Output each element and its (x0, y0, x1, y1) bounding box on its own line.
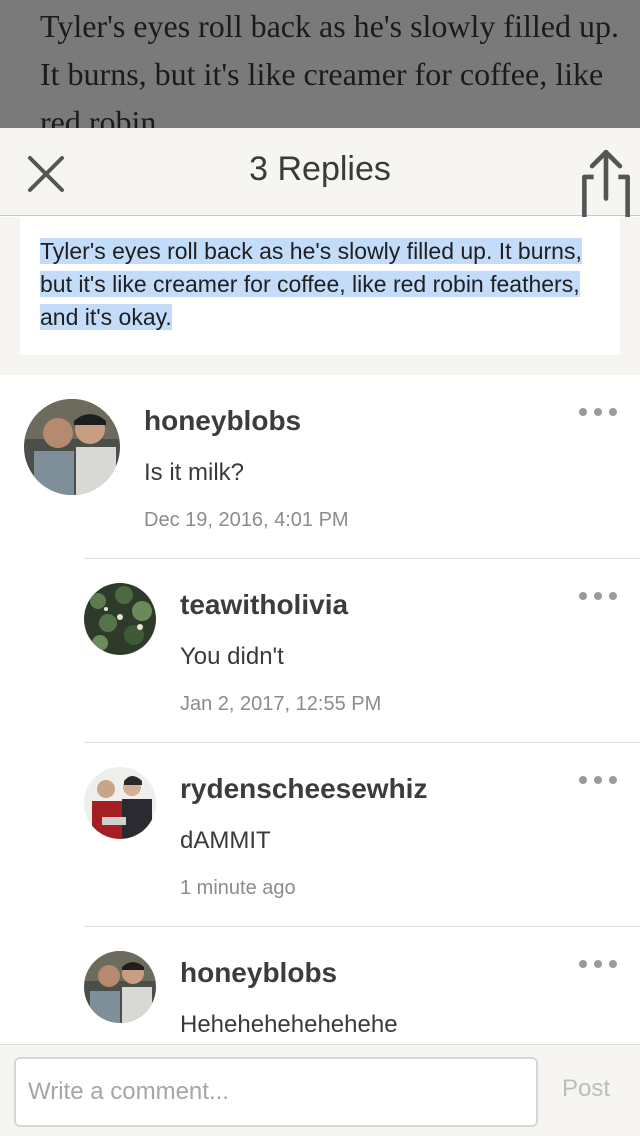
comment-text: Hehehehehehehehe (180, 1011, 398, 1038)
comment-username[interactable]: teawitholivia (180, 589, 348, 621)
more-options-icon[interactable] (576, 405, 620, 419)
more-options-icon[interactable] (576, 589, 620, 603)
quoted-passage-card: Tyler's eyes roll back as he's slowly fi… (20, 217, 620, 355)
comment-item: honeyblobs Is it milk? Dec 19, 2016, 4:0… (0, 375, 640, 559)
comment-reply-item: teawitholivia You didn't Jan 2, 2017, 12… (0, 559, 640, 743)
comment-timestamp: 1 minute ago (180, 877, 296, 899)
comment-timestamp: Dec 19, 2016, 4:01 PM (144, 509, 349, 531)
quoted-passage-area: Tyler's eyes roll back as he's slowly fi… (0, 217, 640, 375)
quoted-passage-text: Tyler's eyes roll back as he's slowly fi… (40, 238, 582, 330)
comment-input[interactable] (14, 1057, 538, 1127)
comment-reply-item: honeyblobs Hehehehehehehehe (0, 927, 640, 1045)
page-title: 3 Replies (249, 150, 391, 188)
comment-username[interactable]: honeyblobs (180, 957, 337, 989)
comment-composer: Post (0, 1044, 640, 1136)
comment-text: Is it milk? (144, 459, 245, 486)
comment-username[interactable]: rydenscheesewhiz (180, 773, 427, 805)
quoted-passage: Tyler's eyes roll back as he's slowly fi… (40, 235, 600, 334)
avatar[interactable] (84, 951, 156, 1023)
story-background: Tyler's eyes roll back as he's slowly fi… (0, 0, 640, 128)
comment-timestamp: Jan 2, 2017, 12:55 PM (180, 693, 382, 715)
comment-text: dAMMIT (180, 827, 271, 854)
more-options-icon[interactable] (576, 957, 620, 971)
comment-list[interactable]: honeyblobs Is it milk? Dec 19, 2016, 4:0… (0, 375, 640, 1045)
comment-text: You didn't (180, 643, 284, 670)
comment-username[interactable]: honeyblobs (144, 405, 301, 437)
more-options-icon[interactable] (576, 773, 620, 787)
story-text: Tyler's eyes roll back as he's slowly fi… (40, 8, 619, 128)
replies-header: 3 Replies (0, 128, 640, 216)
post-button[interactable]: Post (562, 1075, 610, 1103)
avatar[interactable] (24, 399, 120, 495)
avatar[interactable] (84, 583, 156, 655)
avatar[interactable] (84, 767, 156, 839)
comment-reply-item: rydenscheesewhiz dAMMIT 1 minute ago (0, 743, 640, 927)
